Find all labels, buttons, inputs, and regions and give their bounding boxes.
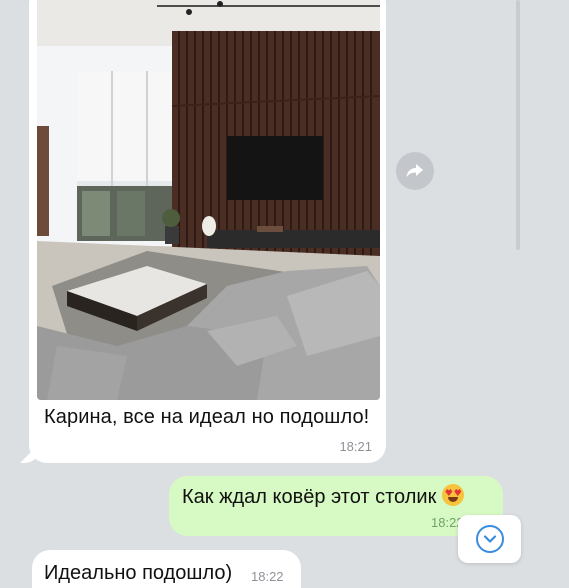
photo-caption: Карина, все на идеал но подошло! — [44, 406, 370, 428]
incoming-photo-message[interactable]: Карина, все на идеал но подошло! 18:21 — [29, 0, 386, 463]
message-time: 18:22 — [251, 569, 284, 584]
outgoing-message-text: Как ждал ковёр этот столик — [182, 486, 437, 508]
forward-arrow-icon — [406, 164, 423, 178]
heart-eyes-emoji-icon — [442, 484, 465, 506]
scroll-to-bottom-button[interactable] — [458, 515, 521, 563]
outgoing-message[interactable]: Как ждал ковёр этот столик 18:22 — [169, 476, 503, 536]
incoming-message[interactable]: Идеально подошло) 18:22 — [32, 550, 301, 588]
chat-area[interactable]: Карина, все на идеал но подошло! 18:21 К… — [0, 0, 569, 588]
message-time: 18:21 — [339, 439, 372, 454]
scrollbar[interactable] — [516, 0, 520, 250]
interior-photo[interactable] — [37, 0, 380, 400]
forward-button[interactable] — [396, 152, 434, 190]
outgoing-text-row: Как ждал ковёр этот столик — [182, 484, 465, 509]
incoming-message-text: Идеально подошло) — [44, 562, 233, 584]
chevron-down-icon — [475, 525, 504, 553]
